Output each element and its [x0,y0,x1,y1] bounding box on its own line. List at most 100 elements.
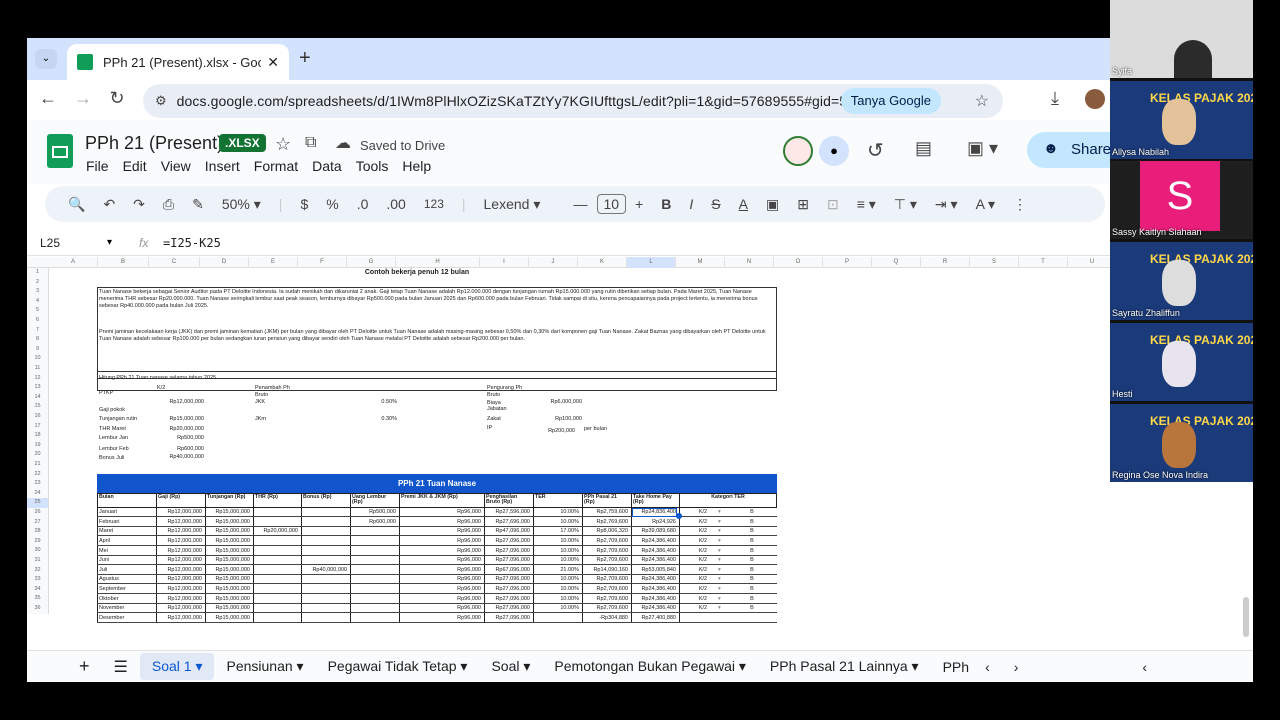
table-cell[interactable]: Rp15,000,000 [207,528,250,535]
cell[interactable]: 0.30% [367,416,397,423]
table-cell[interactable]: B [730,528,774,535]
row-header[interactable]: 30 [27,546,49,556]
table-cell[interactable]: Rp2,769,600 [584,519,629,526]
sheet-tab-pph-pasal-21-lainnya[interactable]: PPh Pasal 21 Lainnya ▾ [758,658,931,675]
row-header[interactable]: 1 [27,268,49,278]
tab-search-icon[interactable]: ⌄ [35,49,57,69]
cell[interactable]: JKK [255,399,295,406]
table-cell[interactable]: Rp15,000,000 [207,576,250,583]
column-header[interactable]: Q [872,257,921,268]
menu-format[interactable]: Format [254,158,298,174]
table-cell[interactable]: Rp12,000,000 [158,519,202,526]
scroll-tabs-left-icon[interactable]: ‹ [973,659,1002,675]
cell[interactable]: PTKP [99,390,159,397]
table-cell[interactable]: Rp2,709,600 [584,596,629,603]
redo-icon[interactable]: ↷ [124,196,154,213]
table-cell[interactable]: Rp27,596,000 [486,509,530,516]
table-cell[interactable]: Rp96,000 [401,576,481,583]
row-header[interactable]: 2 [27,277,49,288]
table-cell[interactable]: B [730,557,774,564]
table-cell[interactable]: Rp12,000,000 [158,509,202,516]
sheet-tab-pph[interactable]: PPh [931,659,973,675]
table-cell[interactable]: Rp27,096,000 [486,596,530,603]
font-size-increase-icon[interactable]: + [626,196,652,212]
column-header[interactable]: O [774,257,823,268]
table-cell[interactable]: Rp12,000,000 [158,596,202,603]
table-header-cell[interactable]: Premi JKK & JKM (Rp) [401,494,482,501]
sheet-tab-pegawai-tidak-tetap[interactable]: Pegawai Tidak Tetap ▾ [316,658,480,675]
table-cell[interactable]: B [730,567,774,574]
paint-format-icon[interactable]: ✎ [183,196,213,213]
table-cell[interactable]: Rp2,709,600 [584,538,629,545]
table-cell[interactable]: Oktober [99,596,153,603]
table-cell[interactable]: Rp12,000,000 [158,557,202,564]
table-cell[interactable]: Rp12,000,000 [158,567,202,574]
cell[interactable]: Rp20,000,000 [152,426,204,433]
row-header[interactable]: 21 [27,460,49,470]
row-header[interactable]: 3 [27,287,49,297]
site-info-icon[interactable]: ⚙ [155,93,167,109]
row-header[interactable]: 22 [27,469,49,480]
sheet-tab-pemotongan-bukan-pegawai[interactable]: Pemotongan Bukan Pegawai ▾ [542,658,758,675]
fill-color-icon[interactable]: ▣ [757,196,788,213]
row-header[interactable]: 35 [27,594,49,604]
video-call-icon[interactable]: ▣ ▾ [967,138,998,159]
dropdown-chevron-icon[interactable]: ▾ [718,519,721,526]
table-cell[interactable]: 10.00% [535,605,579,612]
table-header-cell[interactable]: Uang Lembur (Rp) [352,494,397,506]
cell[interactable]: 0.50% [367,399,397,406]
new-tab-icon[interactable]: + [299,47,311,70]
table-cell[interactable]: Rp15,000,000 [207,605,250,612]
column-header[interactable]: N [725,257,774,268]
row-header[interactable]: 33 [27,575,49,585]
column-header[interactable]: C [149,257,200,268]
move-icon[interactable]: ⧉ [305,134,316,152]
dropdown-chevron-icon[interactable]: ▾ [718,596,721,603]
history-icon[interactable]: ↺ [867,138,884,163]
bookmark-star-icon[interactable]: ☆ [975,91,989,111]
table-cell[interactable]: Rp15,000,000 [207,586,250,593]
more-formats-button[interactable]: 123 [415,197,453,211]
table-cell[interactable]: Rp27,400,880 [633,615,676,622]
add-sheet-icon[interactable]: + [27,656,102,677]
cell[interactable]: Rp15,000,000 [152,416,204,423]
scroll-tabs-right-icon[interactable]: › [1002,659,1031,675]
table-cell[interactable]: Rp12,000,000 [158,586,202,593]
table-cell[interactable]: B [730,596,774,603]
table-cell[interactable]: Rp24,386,400 [633,538,676,545]
table-cell[interactable]: -Rp304,880 [584,615,628,622]
row-header[interactable]: 7 [27,325,49,336]
percent-button[interactable]: % [317,196,347,212]
all-sheets-icon[interactable]: ☰ [102,657,140,677]
table-cell[interactable]: Rp2,709,600 [584,557,629,564]
dropdown-chevron-icon[interactable]: ▾ [718,576,721,583]
table-cell[interactable]: Rp96,000 [401,586,481,593]
font-size-input[interactable]: 10 [596,194,627,214]
formula-input[interactable]: =I25-K25 [157,236,221,250]
cell[interactable]: Rp40,000,000 [152,454,204,461]
table-cell[interactable]: Rp12,000,000 [158,615,202,622]
table-header-cell[interactable]: Bulan [99,494,154,501]
row-header[interactable]: 26 [27,508,49,518]
table-cell[interactable]: B [730,519,774,526]
cell[interactable]: Bruto [487,392,547,399]
row-header[interactable]: 27 [27,517,49,528]
row-header[interactable]: 24 [27,488,49,499]
table-cell[interactable]: Rp27,096,000 [486,576,530,583]
table-cell[interactable]: Rp96,000 [401,557,481,564]
table-cell[interactable]: Rp27,096,000 [486,586,530,593]
row-header[interactable]: 19 [27,440,49,451]
explore-toggle-icon[interactable]: ‹ [1130,659,1159,675]
menu-data[interactable]: Data [312,158,342,174]
participant-tile[interactable]: KELAS PAJAK 2026 Hesti [1110,323,1253,401]
cell[interactable]: Bonus Juli [99,455,159,462]
row-header[interactable]: 4 [27,296,49,307]
table-header-cell[interactable]: Bonus (Rp) [303,494,348,501]
table-cell[interactable]: Rp12,000,000 [158,538,202,545]
table-cell[interactable]: 10.00% [535,519,579,526]
dropdown-chevron-icon[interactable]: ▾ [718,586,721,593]
table-cell[interactable]: Rp12,000,000 [158,576,202,583]
reload-icon[interactable]: ↻ [104,88,130,109]
cell[interactable]: Bruto [255,392,315,399]
column-header[interactable]: T [1019,257,1068,268]
